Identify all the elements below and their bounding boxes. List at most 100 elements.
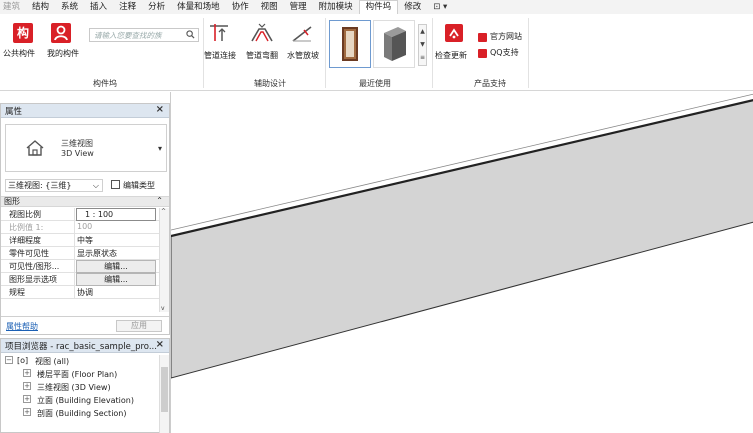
visibility-graphics-edit-button[interactable]: 编辑... — [76, 260, 156, 273]
my-components-icon[interactable] — [51, 23, 71, 43]
recent-scroll[interactable]: ▲ ▼ ≡ — [418, 24, 427, 66]
property-group-graphics[interactable]: 图形 ⌃ — [1, 196, 169, 207]
pipe-slope-icon[interactable] — [290, 21, 314, 45]
edit-type-icon — [111, 180, 120, 189]
3d-view-house-icon — [26, 140, 44, 156]
instance-row: 三维视图: {三维} ⌵ 编辑类型 — [5, 179, 167, 192]
tab-contextual-dropdown[interactable]: ⊡ ▾ — [427, 0, 453, 14]
tab-addins[interactable]: 附加模块 — [313, 0, 359, 14]
family-search-input[interactable]: 请输入您要查找的族 — [89, 28, 199, 42]
properties-title: 属性 — [5, 107, 23, 117]
graphic-display-edit-button[interactable]: 编辑... — [76, 273, 156, 286]
apply-button[interactable]: 应用 — [116, 320, 162, 332]
expand-icon[interactable]: + — [23, 369, 31, 377]
discipline-value[interactable]: 协调 — [77, 287, 93, 298]
scroll-thumb[interactable] — [161, 367, 168, 412]
3d-view-canvas[interactable] — [170, 92, 753, 433]
pipe-bend-button[interactable]: 管道弯翻 — [246, 50, 278, 61]
tab-analyze[interactable]: 分析 — [142, 0, 171, 14]
scroll-down-icon[interactable]: ▼ — [419, 38, 426, 51]
edit-type-button[interactable]: 编辑类型 — [111, 179, 155, 192]
pipe-slope-button[interactable]: 水管放坡 — [287, 50, 319, 61]
official-site-link[interactable]: 官方网站 — [490, 31, 522, 42]
property-value: 100 — [77, 222, 93, 231]
public-components-button[interactable]: 公共构件 — [3, 48, 35, 59]
expand-icon[interactable]: + — [23, 408, 31, 416]
tab-massing-site[interactable]: 体量和场地 — [171, 0, 226, 14]
property-key: 详细程度 — [9, 236, 41, 245]
property-row-graphic-display: 图形显示选项 编辑... — [1, 273, 159, 286]
tab-architecture[interactable]: 建筑 — [0, 0, 26, 14]
tree-node-elevation[interactable]: + 立面 (Building Elevation) — [1, 394, 159, 407]
wall-3d-geometry — [170, 93, 753, 379]
tab-goujianwu[interactable]: 构件坞 — [358, 0, 399, 14]
type-name-cn: 三维视图 — [61, 139, 93, 148]
close-icon[interactable]: × — [156, 104, 164, 115]
browser-header: 项目浏览器 - rac_basic_sample_pro... × — [1, 339, 169, 353]
recent-wall-family[interactable] — [373, 20, 415, 68]
browser-scrollbar[interactable] — [159, 355, 169, 433]
chevron-down-icon[interactable]: ▾ — [158, 144, 162, 153]
browser-title: 项目浏览器 - rac_basic_sample_pro... — [5, 342, 157, 352]
expand-icon[interactable]: + — [23, 382, 31, 390]
check-update-icon[interactable] — [445, 24, 463, 42]
tab-systems[interactable]: 系统 — [55, 0, 84, 14]
expand-icon[interactable]: ≡ — [419, 51, 426, 64]
property-key: 比例值 1: — [9, 223, 44, 232]
property-row-parts-visibility: 零件可见性 显示原状态 — [1, 247, 159, 260]
detail-level-value[interactable]: 中等 — [77, 235, 93, 246]
tab-structure[interactable]: 结构 — [26, 0, 55, 14]
group-label: 图形 — [4, 197, 20, 206]
tab-manage[interactable]: 管理 — [284, 0, 313, 14]
properties-palette: 属性 × 三维视图 3D View ▾ 三维视图: {三维} ⌵ 编辑类型 图形… — [0, 103, 170, 335]
properties-help-link[interactable]: 属性帮助 — [6, 321, 38, 332]
tree-node-floor-plan[interactable]: + 楼层平面 (Floor Plan) — [1, 368, 159, 381]
tab-modify[interactable]: 修改 — [398, 0, 427, 14]
property-key: 零件可见性 — [9, 249, 49, 258]
panel-divider — [325, 18, 326, 88]
instance-selector[interactable]: 三维视图: {三维} ⌵ — [5, 179, 103, 192]
search-placeholder: 请输入您要查找的族 — [94, 31, 162, 40]
panel-divider — [432, 18, 433, 88]
parts-visibility-value[interactable]: 显示原状态 — [77, 248, 117, 259]
tree-node-section[interactable]: + 剖面 (Building Section) — [1, 407, 159, 420]
scroll-down-icon[interactable]: v — [161, 305, 165, 312]
public-components-icon[interactable]: 构 — [13, 23, 33, 43]
collapse-icon[interactable]: − — [5, 356, 13, 364]
tree-node-views[interactable]: − [o] 视图 (all) — [1, 355, 159, 368]
panel-title-goujianwu: 构件坞 — [93, 79, 117, 88]
qq-support-link[interactable]: QQ支持 — [490, 47, 519, 58]
tree-node-3d-view[interactable]: + 三维视图 (3D View) — [1, 381, 159, 394]
pipe-connect-icon[interactable] — [207, 21, 231, 45]
panel-title-support: 产品支持 — [474, 79, 506, 88]
property-key: 规程 — [9, 288, 25, 297]
tab-insert[interactable]: 插入 — [84, 0, 113, 14]
recent-door-family[interactable] — [329, 20, 371, 68]
view-scale-input[interactable]: 1 : 100 — [76, 208, 156, 221]
search-icon[interactable] — [186, 30, 195, 39]
check-update-button[interactable]: 检查更新 — [435, 50, 467, 61]
tab-view[interactable]: 视图 — [255, 0, 284, 14]
pipe-connect-button[interactable]: 管道连接 — [204, 50, 236, 61]
my-components-button[interactable]: 我的构件 — [47, 48, 79, 59]
expand-icon[interactable]: + — [23, 395, 31, 403]
collapse-icon[interactable]: ⌃ — [156, 196, 163, 205]
properties-scrollbar[interactable]: ^ v — [159, 208, 169, 312]
property-row-detail-level: 详细程度 中等 — [1, 234, 159, 247]
type-selector[interactable]: 三维视图 3D View ▾ — [5, 124, 167, 172]
property-row-visibility-graphics: 可见性/图形... 编辑... — [1, 260, 159, 273]
scroll-up-icon[interactable]: ▲ — [419, 25, 426, 38]
scroll-up-icon[interactable]: ^ — [161, 208, 166, 215]
tab-collaborate[interactable]: 协作 — [226, 0, 255, 14]
close-icon[interactable]: × — [156, 339, 164, 350]
ribbon-tab-bar: 建筑 结构 系统 插入 注释 分析 体量和场地 协作 视图 管理 附加模块 构件… — [0, 0, 753, 14]
tree-node-label: 楼层平面 (Floor Plan) — [37, 370, 118, 379]
tree-node-label: 三维视图 (3D View) — [37, 383, 111, 392]
browser-tree: − [o] 视图 (all) + 楼层平面 (Floor Plan) + 三维视… — [1, 355, 159, 420]
tree-node-label: 剖面 (Building Section) — [37, 409, 127, 418]
project-browser: 项目浏览器 - rac_basic_sample_pro... × − [o] … — [0, 338, 170, 433]
tab-annotate[interactable]: 注释 — [113, 0, 142, 14]
home-icon — [478, 33, 487, 42]
pipe-bend-icon[interactable] — [250, 21, 274, 45]
properties-footer: 属性帮助 应用 — [1, 316, 169, 334]
